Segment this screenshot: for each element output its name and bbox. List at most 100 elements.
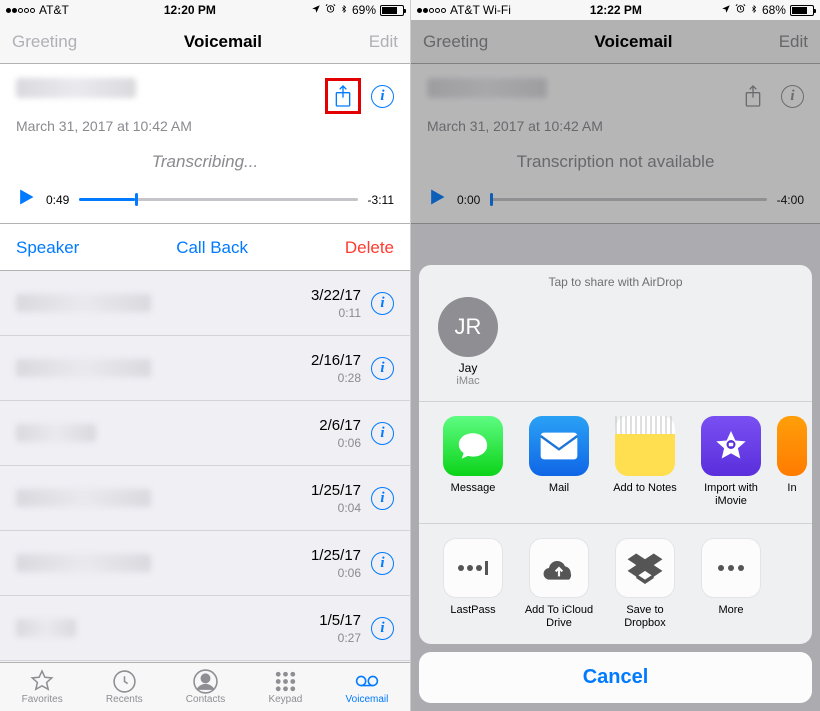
row-duration: 0:04 — [338, 501, 361, 515]
row-duration: 0:06 — [338, 566, 361, 580]
info-button[interactable]: i — [371, 617, 394, 640]
alarm-icon — [325, 3, 336, 17]
battery-icon — [380, 5, 404, 16]
battery-icon — [790, 5, 814, 16]
carrier-label: AT&T — [39, 3, 69, 17]
tab-favorites[interactable]: Favorites — [22, 669, 63, 705]
alarm-icon — [735, 3, 746, 17]
action-label: LastPass — [450, 604, 495, 630]
share-actions-row[interactable]: LastPass Add To iCloud Drive Save to Dro… — [419, 524, 812, 644]
action-icloud-drive[interactable]: Add To iCloud Drive — [519, 538, 599, 630]
avatar: JR — [438, 297, 498, 357]
voicemail-row[interactable]: 1/25/17 0:04 i — [0, 466, 410, 531]
scrubber[interactable] — [79, 198, 357, 201]
voicemail-row[interactable]: 3/22/17 0:11 i — [0, 271, 410, 336]
status-time: 12:20 PM — [164, 3, 216, 17]
caller-name-redacted — [16, 489, 151, 507]
more-icon — [701, 538, 761, 598]
nav-title: Voicemail — [184, 32, 262, 52]
star-icon — [29, 669, 55, 693]
mail-icon — [529, 416, 589, 476]
share-sheet-header: Tap to share with AirDrop — [419, 265, 812, 293]
signal-strength-icon — [6, 8, 35, 13]
right-screenshot: AT&T Wi-Fi 12:22 PM 68% Greeting Voicema… — [410, 0, 820, 711]
play-button[interactable] — [16, 186, 36, 213]
carrier-label: AT&T Wi-Fi — [450, 3, 511, 17]
tab-voicemail[interactable]: Voicemail — [346, 669, 389, 705]
share-button[interactable] — [325, 78, 361, 114]
voicemail-row[interactable]: 2/16/17 0:28 i — [0, 336, 410, 401]
tab-keypad[interactable]: Keypad — [268, 669, 302, 705]
callback-button[interactable]: Call Back — [176, 238, 248, 258]
cancel-button[interactable]: Cancel — [419, 652, 812, 703]
tab-label: Voicemail — [346, 694, 389, 705]
action-label: More — [718, 604, 743, 630]
voicemail-date: March 31, 2017 at 10:42 AM — [16, 118, 192, 134]
status-bar: AT&T 12:20 PM 69% — [0, 0, 410, 20]
info-button[interactable]: i — [371, 357, 394, 380]
tab-label: Keypad — [268, 694, 302, 705]
airdrop-contact[interactable]: JR Jay iMac — [433, 297, 503, 387]
action-more[interactable]: More — [691, 538, 771, 630]
caller-name-redacted — [16, 619, 76, 637]
notes-icon — [615, 416, 675, 476]
row-date: 1/25/17 — [311, 482, 361, 499]
app-icon — [777, 416, 807, 476]
info-button[interactable]: i — [371, 422, 394, 445]
info-button[interactable]: i — [371, 85, 394, 108]
action-lastpass[interactable]: LastPass — [433, 538, 513, 630]
tab-recents[interactable]: Recents — [106, 669, 143, 705]
app-label: Import with iMovie — [691, 482, 771, 508]
voicemail-row[interactable]: 1/25/17 0:06 i — [0, 531, 410, 596]
elapsed-time: 0:49 — [46, 193, 69, 207]
bluetooth-icon — [750, 3, 758, 18]
info-button[interactable]: i — [371, 552, 394, 575]
voicemail-list: 3/22/17 0:11 i 2/16/17 0:28 i 2/6/17 — [0, 271, 410, 661]
nav-bar: Greeting Voicemail Edit — [0, 20, 410, 64]
action-label: Save to Dropbox — [605, 604, 685, 630]
tab-label: Favorites — [22, 694, 63, 705]
tab-contacts[interactable]: Contacts — [186, 669, 225, 705]
battery-percent: 68% — [762, 3, 786, 17]
app-label: Mail — [549, 482, 569, 508]
row-date: 1/5/17 — [319, 612, 361, 629]
info-button[interactable]: i — [371, 487, 394, 510]
delete-button[interactable]: Delete — [345, 238, 394, 258]
speaker-button[interactable]: Speaker — [16, 238, 79, 258]
status-bar: AT&T Wi-Fi 12:22 PM 68% — [411, 0, 820, 20]
voicemail-row[interactable]: 2/6/17 0:06 i — [0, 401, 410, 466]
action-label: Add To iCloud Drive — [519, 604, 599, 630]
action-dropbox[interactable]: Save to Dropbox — [605, 538, 685, 630]
share-app-partial[interactable]: In — [777, 416, 807, 508]
location-icon — [311, 3, 321, 17]
info-button[interactable]: i — [371, 292, 394, 315]
tab-label: Contacts — [186, 694, 225, 705]
share-app-notes[interactable]: Add to Notes — [605, 416, 685, 508]
message-icon — [443, 416, 503, 476]
left-screenshot: AT&T 12:20 PM 69% Greeting Voicemail Edi… — [0, 0, 410, 711]
caller-name-redacted — [16, 78, 136, 98]
caller-name-redacted — [16, 359, 151, 377]
greeting-button[interactable]: Greeting — [12, 32, 77, 52]
voicemail-detail-panel: March 31, 2017 at 10:42 AM i Transcribin… — [0, 64, 410, 224]
edit-button[interactable]: Edit — [369, 32, 398, 52]
playback-controls: 0:49 -3:11 — [16, 186, 394, 213]
keypad-icon — [272, 669, 298, 693]
airdrop-device: iMac — [456, 375, 479, 387]
share-app-mail[interactable]: Mail — [519, 416, 599, 508]
row-date: 2/6/17 — [319, 417, 361, 434]
caller-name-redacted — [16, 424, 96, 442]
share-apps-row[interactable]: Message Mail Add to Notes Import wi — [419, 402, 812, 523]
share-app-message[interactable]: Message — [433, 416, 513, 508]
voicemail-row[interactable]: 1/5/17 0:27 i — [0, 596, 410, 661]
lastpass-icon — [443, 538, 503, 598]
app-label: Add to Notes — [613, 482, 677, 508]
row-duration: 0:28 — [338, 371, 361, 385]
row-date: 1/25/17 — [311, 547, 361, 564]
share-app-imovie[interactable]: Import with iMovie — [691, 416, 771, 508]
person-icon — [193, 669, 219, 693]
signal-strength-icon — [417, 8, 446, 13]
airdrop-name: Jay — [459, 361, 478, 375]
airdrop-row: JR Jay iMac — [419, 293, 812, 402]
voicemail-icon — [354, 669, 380, 693]
